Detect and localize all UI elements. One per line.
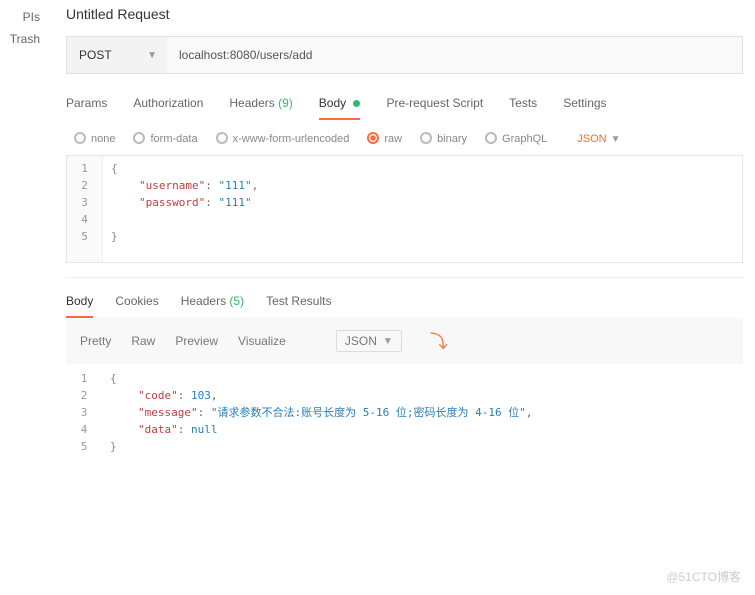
resp-tab-cookies[interactable]: Cookies xyxy=(115,292,158,318)
wrap-lines-icon[interactable]: ⤵ xyxy=(430,328,448,354)
body-type-xwww[interactable]: x-www-form-urlencoded xyxy=(216,132,350,145)
body-type-raw[interactable]: raw xyxy=(367,132,402,145)
body-active-dot-icon xyxy=(353,100,360,107)
tab-authorization[interactable]: Authorization xyxy=(133,92,203,120)
request-body-editor[interactable]: 1 2 3 4 5 { "username": "111", "password… xyxy=(66,155,743,263)
tab-params[interactable]: Params xyxy=(66,92,107,120)
tab-body-label: Body xyxy=(319,96,346,110)
tab-body[interactable]: Body xyxy=(319,92,361,120)
body-format-select[interactable]: JSON▼ xyxy=(577,133,620,145)
response-body-code: { "code": 103, "message": "请求参数不合法:账号长度为… xyxy=(102,368,743,457)
line-gutter: 1 2 3 4 5 xyxy=(67,156,103,262)
radio-icon xyxy=(216,132,228,144)
url-input[interactable]: localhost:8080/users/add xyxy=(167,37,742,73)
chevron-down-icon: ▼ xyxy=(383,336,393,347)
watermark: @51CTO博客 xyxy=(666,568,741,585)
sidebar-trash[interactable]: Trash xyxy=(0,28,40,50)
resp-tab-body[interactable]: Body xyxy=(66,292,93,318)
tab-headers[interactable]: Headers (9) xyxy=(229,92,292,120)
tab-settings[interactable]: Settings xyxy=(563,92,606,120)
view-pretty[interactable]: Pretty xyxy=(80,334,111,348)
radio-icon xyxy=(74,132,86,144)
tab-prerequest[interactable]: Pre-request Script xyxy=(386,92,483,120)
sidebar-apis[interactable]: PIs xyxy=(0,6,40,28)
body-type-binary[interactable]: binary xyxy=(420,132,467,145)
radio-icon xyxy=(485,132,497,144)
response-format-select[interactable]: JSON▼ xyxy=(336,330,402,352)
radio-icon xyxy=(133,132,145,144)
resp-tab-results[interactable]: Test Results xyxy=(266,292,331,318)
view-visualize[interactable]: Visualize xyxy=(238,334,286,348)
response-body-editor[interactable]: 1 2 3 4 5 { "code": 103, "message": "请求参… xyxy=(66,368,743,457)
resp-headers-label: Headers xyxy=(181,294,226,308)
body-type-graphql[interactable]: GraphQL xyxy=(485,132,547,145)
view-preview[interactable]: Preview xyxy=(175,334,218,348)
resp-tab-headers[interactable]: Headers (5) xyxy=(181,292,244,318)
body-type-formdata[interactable]: form-data xyxy=(133,132,197,145)
tab-tests[interactable]: Tests xyxy=(509,92,537,120)
chevron-down-icon: ▼ xyxy=(147,50,157,61)
line-gutter: 1 2 3 4 5 xyxy=(66,368,102,457)
method-select[interactable]: POST ▼ xyxy=(67,37,167,73)
view-raw[interactable]: Raw xyxy=(131,334,155,348)
radio-icon xyxy=(420,132,432,144)
request-title: Untitled Request xyxy=(66,6,743,22)
body-type-none[interactable]: none xyxy=(74,132,115,145)
resp-headers-count: (5) xyxy=(229,294,244,308)
chevron-down-icon: ▼ xyxy=(611,134,621,145)
request-body-code[interactable]: { "username": "111", "password": "111" } xyxy=(103,156,742,262)
headers-count: (9) xyxy=(278,96,293,110)
tab-headers-label: Headers xyxy=(229,96,274,110)
method-value: POST xyxy=(79,48,112,62)
radio-on-icon xyxy=(367,132,379,144)
